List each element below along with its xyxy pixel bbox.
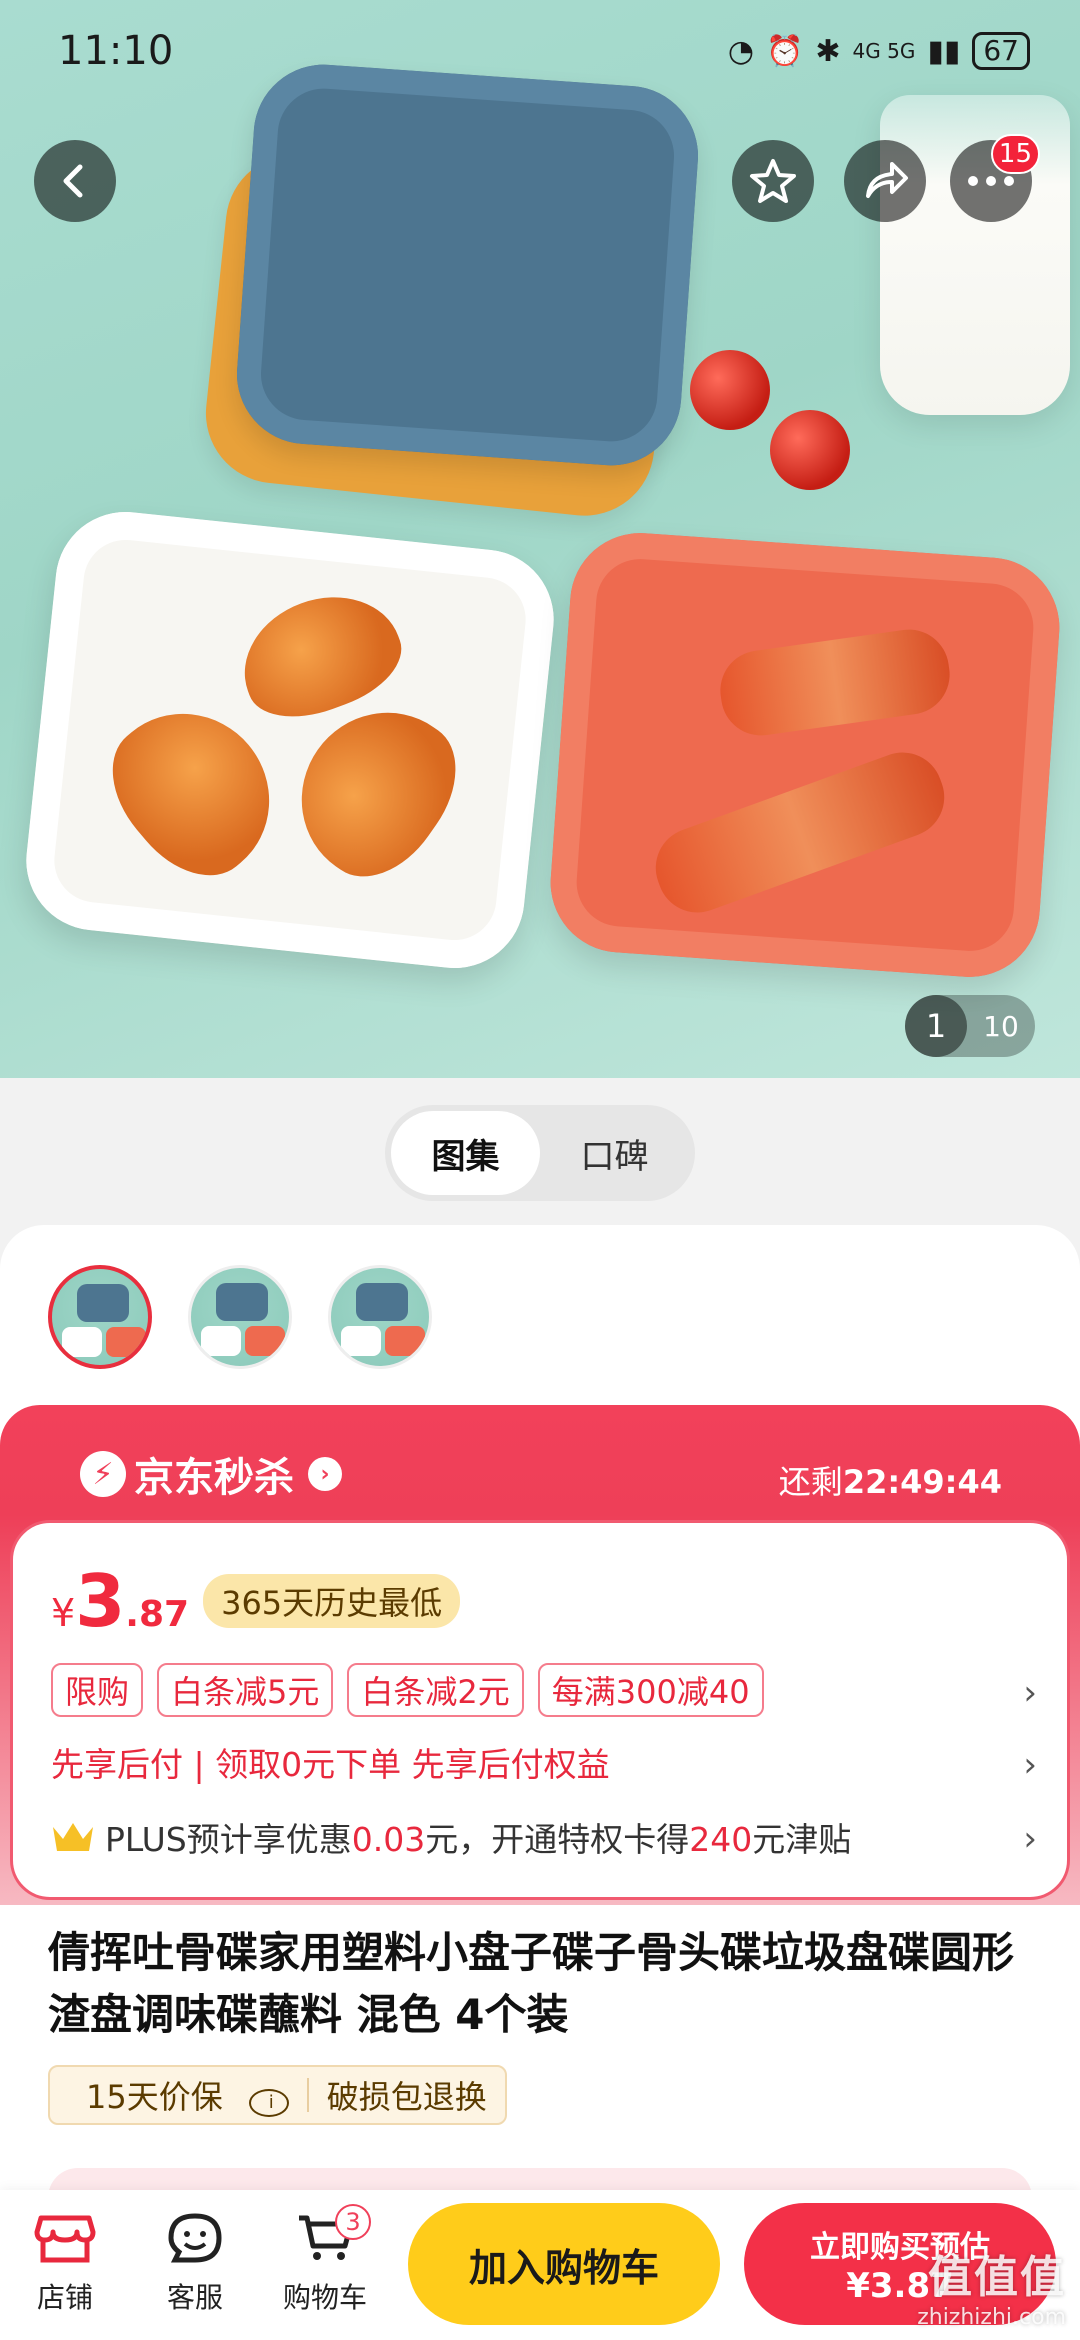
cart-count-badge: 3 (335, 2204, 371, 2240)
promo-chip: 每满300减40 (537, 1663, 764, 1717)
share-icon (866, 162, 908, 198)
promo-chip: 白条减2元 (347, 1663, 524, 1717)
plus-amount: 0.03 (351, 1820, 426, 1859)
share-button[interactable] (844, 140, 926, 222)
chevron-right-icon[interactable]: › (1023, 1673, 1037, 1713)
store-icon (34, 2215, 96, 2263)
crown-icon (53, 1823, 93, 1851)
tomato-image (690, 350, 770, 430)
price-integer: 3 (75, 1559, 126, 1643)
battery-indicator: 67 (972, 32, 1030, 70)
star-icon (750, 159, 796, 203)
customer-service-button[interactable]: 客服 (135, 2210, 255, 2316)
watermark-logo: 值值值 (928, 2252, 1066, 2303)
service-badges[interactable]: 15天价保 i 破损包退换 (48, 2065, 507, 2125)
plus-subsidy: 240 (689, 1820, 753, 1859)
flash-sale-title: 京东秒杀 (134, 1455, 294, 1501)
orange-plate-image (545, 528, 1065, 982)
chevron-right-icon: › (308, 1457, 342, 1491)
price-box: ¥ 3 .87 365天历史最低 限购 白条减5元 白条减2元 每满300减40… (10, 1520, 1070, 1900)
service-label: 客服 (166, 2281, 223, 2314)
lowest-price-badge: 365天历史最低 (203, 1574, 461, 1628)
signal-icon: ▮▮ (927, 33, 961, 69)
status-time: 11:10 (58, 28, 174, 74)
plus-membership-row[interactable]: PLUS预计享优惠0.03元，开通特权卡得240元津贴 (51, 1813, 851, 1861)
more-button[interactable]: 15 (950, 134, 1040, 222)
product-image-gallery[interactable]: 11:10 ◔ ⏰ ✱ 4G 5G ▮▮ 67 15 1 10 (0, 0, 1080, 1078)
tomato-image (770, 410, 850, 490)
lightning-icon: ⚡ (80, 1451, 126, 1497)
info-icon[interactable]: i (248, 2089, 289, 2117)
bluetooth-icon: ✱ (815, 33, 841, 69)
pay-later-label: 先享后付 (51, 1745, 183, 1784)
tab-reviews[interactable]: 口碑 (540, 1111, 689, 1195)
countdown-label: 还剩 (778, 1463, 843, 1501)
white-plate-image (19, 505, 561, 975)
status-icons: ◔ ⏰ ✱ 4G 5G ▮▮ 67 (728, 32, 1030, 70)
cart-button[interactable]: 3 购物车 (265, 2204, 385, 2316)
notification-badge: 15 (990, 134, 1040, 174)
pay-later-desc: 领取0元下单 先享后付权益 (215, 1745, 610, 1784)
store-label: 店铺 (36, 2281, 93, 2314)
price-currency: ¥ (51, 1591, 76, 1635)
status-bar: 11:10 ◔ ⏰ ✱ 4G 5G ▮▮ 67 (0, 0, 1080, 100)
plus-mid: 元，开通特权卡得 (425, 1820, 690, 1859)
store-button[interactable]: 店铺 (5, 2210, 125, 2316)
favorite-button[interactable] (732, 140, 814, 222)
watermark-url: zhizhizhi.com (917, 2305, 1066, 2330)
back-button[interactable] (34, 140, 116, 222)
thumbnail-strip (48, 1265, 432, 1369)
blue-plate-image (232, 59, 703, 471)
plus-suffix: 元津贴 (752, 1820, 852, 1859)
network-label: 4G 5G (852, 39, 916, 63)
flash-sale-header[interactable]: ⚡ 京东秒杀 › (80, 1445, 342, 1503)
watermark: 值值值 zhizhizhi.com (917, 2241, 1066, 2330)
promo-chip: 限购 (51, 1663, 144, 1717)
speed-icon: ◔ (727, 33, 755, 69)
chevron-right-icon[interactable]: › (1023, 1819, 1037, 1859)
promo-chips[interactable]: 限购 白条减5元 白条减2元 每满300减40 (51, 1663, 764, 1717)
more-icon (968, 176, 1014, 186)
countdown-time: 22:49:44 (842, 1463, 1002, 1501)
add-to-cart-button[interactable]: 加入购物车 (408, 2203, 720, 2325)
pay-later-row[interactable]: 先享后付 | 领取0元下单 先享后付权益 (51, 1738, 610, 1786)
promo-chip: 白条减5元 (157, 1663, 334, 1717)
chat-face-icon (168, 2213, 222, 2263)
thumbnail-1[interactable] (48, 1265, 152, 1369)
price-decimal: .87 (125, 1594, 190, 1635)
media-tab-switch: 图集 口碑 (385, 1105, 695, 1201)
cart-label: 购物车 (282, 2281, 367, 2314)
tab-gallery[interactable]: 图集 (391, 1111, 540, 1195)
divider: | (193, 1745, 216, 1784)
chevron-right-icon[interactable]: › (1023, 1745, 1037, 1785)
image-total: 10 (983, 1009, 1019, 1043)
countdown: 还剩22:49:44 (779, 1457, 1002, 1503)
thumbnail-3[interactable] (328, 1265, 432, 1369)
plus-prefix: PLUS预计享优惠 (105, 1820, 352, 1859)
price: ¥ 3 .87 365天历史最低 (51, 1559, 461, 1643)
chevron-left-icon (63, 164, 83, 198)
price-protect-label: 15天价保 i (50, 2072, 307, 2118)
alarm-icon: ⏰ (766, 33, 804, 69)
return-policy-label: 破损包退换 (326, 2078, 487, 2116)
thumbnail-2[interactable] (188, 1265, 292, 1369)
image-counter: 1 10 (905, 995, 1035, 1057)
product-title: 倩挥吐骨碟家用塑料小盘子碟子骨头碟垃圾盘碟圆形渣盘调味碟蘸料 混色 4个装 (48, 1928, 1015, 2039)
image-index: 1 (905, 995, 967, 1057)
